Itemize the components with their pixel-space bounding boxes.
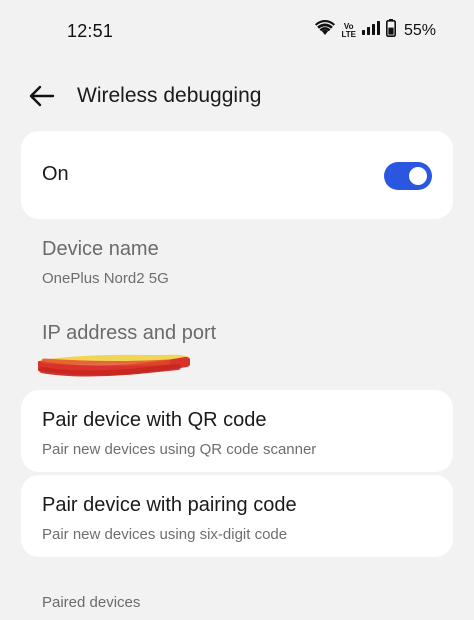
status-icons: Vo LTE 55% bbox=[315, 19, 436, 42]
device-name-section[interactable]: Device name OnePlus Nord2 5G bbox=[42, 238, 169, 287]
volte-bottom-label: LTE bbox=[341, 29, 356, 39]
volte-icon: Vo LTE bbox=[341, 22, 356, 39]
arrow-left-icon bbox=[29, 85, 55, 107]
ip-address-title: IP address and port bbox=[42, 322, 217, 344]
status-bar: 12:51 Vo LTE 55% bbox=[0, 0, 474, 64]
device-name-value: OnePlus Nord2 5G bbox=[42, 270, 169, 287]
pair-code-subtitle: Pair new devices using six-digit code bbox=[42, 526, 288, 543]
pair-qr-code-row[interactable]: Pair device with QR code Pair new device… bbox=[21, 390, 453, 472]
app-bar: Wireless debugging bbox=[0, 70, 474, 126]
switch-knob bbox=[409, 167, 427, 185]
wireless-debugging-toggle-row[interactable]: On bbox=[21, 131, 453, 219]
pair-code-title: Pair device with pairing code bbox=[42, 494, 297, 516]
redaction-scribble bbox=[38, 354, 190, 377]
battery-icon bbox=[385, 19, 396, 42]
toggle-label: On bbox=[42, 163, 69, 185]
battery-percent: 55% bbox=[403, 21, 436, 39]
ip-address-section: IP address and port bbox=[42, 322, 216, 345]
status-time: 12:51 bbox=[67, 21, 114, 41]
wifi-icon bbox=[315, 19, 336, 41]
back-button[interactable] bbox=[28, 82, 56, 110]
paired-devices-header: Paired devices bbox=[42, 594, 141, 611]
pair-qr-title: Pair device with QR code bbox=[42, 409, 267, 431]
pair-qr-subtitle: Pair new devices using QR code scanner bbox=[42, 441, 317, 458]
signal-icon bbox=[361, 21, 380, 40]
pair-pairing-code-row[interactable]: Pair device with pairing code Pair new d… bbox=[21, 475, 453, 557]
page-title: Wireless debugging bbox=[77, 84, 262, 107]
device-name-title: Device name bbox=[42, 238, 159, 260]
wireless-debugging-switch[interactable] bbox=[384, 162, 432, 190]
